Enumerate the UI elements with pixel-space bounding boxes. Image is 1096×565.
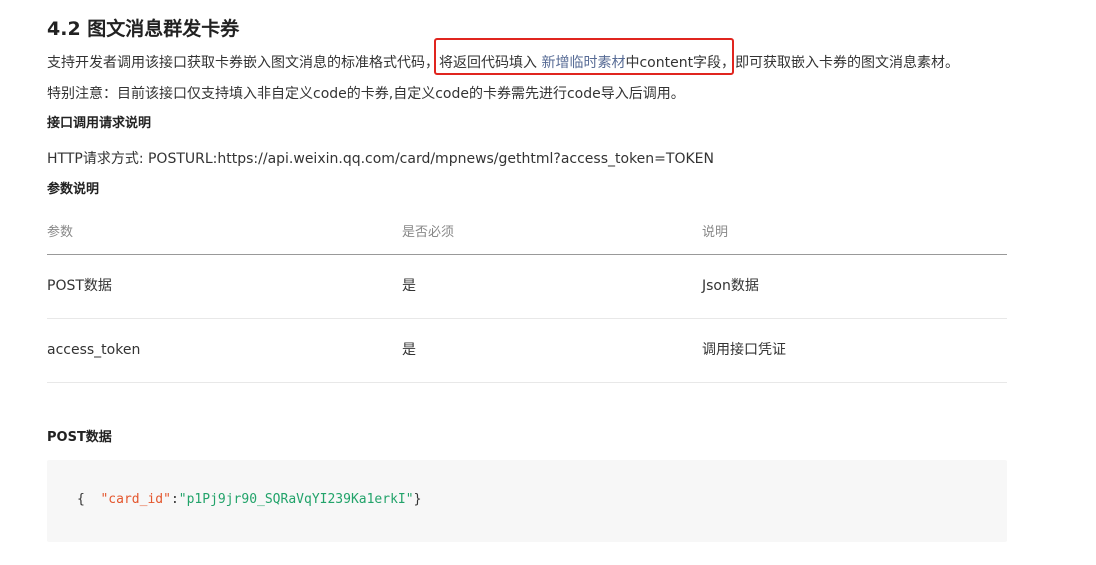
code-colon: : bbox=[170, 492, 179, 507]
highlight-box bbox=[434, 38, 734, 75]
table-cell: Json数据 bbox=[702, 278, 759, 294]
header-required: 是否必须 bbox=[402, 225, 455, 240]
intro-text-before: 支持开发者调用该接口获取卡券嵌入图文消息的标准格式代码， bbox=[47, 55, 439, 71]
code-block: { "card_id":"p1Pj9jr90_SQRaVqYI239Ka1erk… bbox=[47, 460, 1007, 542]
table-cell: 是 bbox=[402, 342, 416, 358]
code-key: "card_id" bbox=[100, 492, 171, 507]
http-request-line: HTTP请求方式: POSTURL:https://api.weixin.qq.… bbox=[47, 151, 714, 167]
table-row: POST数据 是 Json数据 bbox=[47, 255, 1007, 319]
code-line: { "card_id":"p1Pj9jr90_SQRaVqYI239Ka1erk… bbox=[77, 492, 421, 507]
params-section-title: 参数说明 bbox=[47, 182, 100, 197]
header-description: 说明 bbox=[702, 225, 729, 240]
table-cell: access_token bbox=[47, 342, 141, 358]
section-heading: 4.2 图文消息群发卡券 bbox=[47, 18, 240, 40]
code-brace-open: { bbox=[77, 492, 101, 507]
params-table: 参数 是否必须 说明 POST数据 是 Json数据 access_token … bbox=[47, 214, 1007, 383]
table-row: access_token 是 调用接口凭证 bbox=[47, 319, 1007, 383]
header-param: 参数 bbox=[47, 225, 74, 240]
table-cell: 是 bbox=[402, 278, 416, 294]
notice-paragraph: 特别注意：目前该接口仅支持填入非自定义code的卡券,自定义code的卡券需先进… bbox=[47, 86, 685, 102]
code-brace-close: } bbox=[413, 492, 422, 507]
intro-text-after: 即可获取嵌入卡券的图文消息素材。 bbox=[735, 55, 960, 71]
table-cell: 调用接口凭证 bbox=[702, 342, 786, 358]
table-cell: POST数据 bbox=[47, 278, 112, 294]
code-string: "p1Pj9jr90_SQRaVqYI239Ka1erkI" bbox=[178, 492, 414, 507]
table-header-row: 参数 是否必须 说明 bbox=[47, 214, 1007, 255]
request-section-title: 接口调用请求说明 bbox=[47, 116, 152, 131]
post-data-title: POST数据 bbox=[47, 430, 112, 445]
